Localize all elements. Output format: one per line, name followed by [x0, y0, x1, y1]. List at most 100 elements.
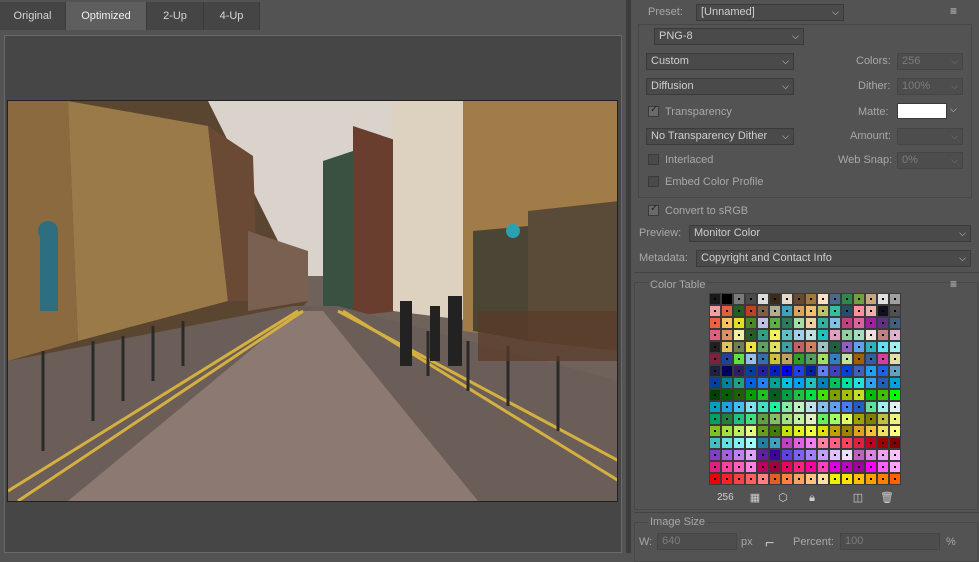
colors-select[interactable]: 256 ⌵	[897, 53, 963, 70]
color-swatch[interactable]	[817, 293, 829, 305]
color-swatch[interactable]	[745, 365, 757, 377]
color-swatch[interactable]	[709, 365, 721, 377]
color-swatch[interactable]	[757, 329, 769, 341]
color-swatch[interactable]	[841, 365, 853, 377]
dither-algorithm-select[interactable]: Diffusion ⌵	[646, 78, 794, 95]
color-swatch[interactable]	[757, 341, 769, 353]
color-swatch[interactable]	[781, 413, 793, 425]
color-swatch[interactable]	[721, 449, 733, 461]
color-swatch[interactable]	[745, 377, 757, 389]
color-swatch[interactable]	[889, 401, 901, 413]
color-swatch[interactable]	[745, 425, 757, 437]
color-swatch[interactable]	[829, 473, 841, 485]
color-swatch[interactable]	[757, 461, 769, 473]
color-swatch[interactable]	[865, 401, 877, 413]
color-swatch[interactable]	[721, 437, 733, 449]
color-swatch[interactable]	[793, 293, 805, 305]
color-swatch[interactable]	[769, 425, 781, 437]
color-swatch[interactable]	[865, 317, 877, 329]
color-swatch[interactable]	[877, 461, 889, 473]
lock-icon[interactable]: 🔒︎	[806, 492, 818, 504]
color-swatch[interactable]	[865, 461, 877, 473]
color-swatch[interactable]	[709, 293, 721, 305]
color-swatch[interactable]	[733, 329, 745, 341]
color-swatch[interactable]	[709, 449, 721, 461]
color-swatch[interactable]	[829, 305, 841, 317]
color-swatch[interactable]	[805, 353, 817, 365]
color-swatch[interactable]	[757, 377, 769, 389]
color-swatch[interactable]	[805, 389, 817, 401]
color-swatch[interactable]	[841, 473, 853, 485]
color-swatch[interactable]	[781, 341, 793, 353]
color-swatch[interactable]	[709, 317, 721, 329]
amount-select[interactable]: ⌵	[897, 128, 963, 145]
color-swatch[interactable]	[757, 401, 769, 413]
color-swatch[interactable]	[853, 413, 865, 425]
color-swatch[interactable]	[757, 473, 769, 485]
color-swatch[interactable]	[889, 461, 901, 473]
color-swatch[interactable]	[733, 341, 745, 353]
color-swatch[interactable]	[817, 413, 829, 425]
color-swatch[interactable]	[841, 413, 853, 425]
color-swatch[interactable]	[841, 377, 853, 389]
preset-select[interactable]: [Unnamed] ⌵	[696, 4, 844, 21]
color-swatch[interactable]	[733, 305, 745, 317]
color-swatch[interactable]	[877, 329, 889, 341]
color-swatch[interactable]	[769, 329, 781, 341]
color-swatch[interactable]	[853, 329, 865, 341]
color-swatch[interactable]	[757, 425, 769, 437]
color-swatch[interactable]	[889, 437, 901, 449]
color-swatch[interactable]	[805, 413, 817, 425]
color-swatch[interactable]	[769, 365, 781, 377]
color-swatch[interactable]	[769, 305, 781, 317]
color-swatch[interactable]	[829, 317, 841, 329]
color-swatch[interactable]	[745, 329, 757, 341]
color-swatch[interactable]	[769, 473, 781, 485]
color-swatch[interactable]	[793, 365, 805, 377]
color-swatch[interactable]	[805, 449, 817, 461]
color-swatch[interactable]	[769, 341, 781, 353]
color-swatch[interactable]	[805, 293, 817, 305]
trash-icon[interactable]: 🗑︎	[880, 492, 894, 504]
color-swatch[interactable]	[865, 425, 877, 437]
color-swatch[interactable]	[889, 365, 901, 377]
color-swatch[interactable]	[781, 329, 793, 341]
color-swatch[interactable]	[709, 305, 721, 317]
color-swatch[interactable]	[865, 353, 877, 365]
color-swatch[interactable]	[817, 377, 829, 389]
color-swatch[interactable]	[709, 425, 721, 437]
color-swatch[interactable]	[721, 365, 733, 377]
format-select[interactable]: PNG-8 ⌵	[654, 28, 804, 45]
color-swatch[interactable]	[757, 365, 769, 377]
color-swatch[interactable]	[889, 353, 901, 365]
color-swatch[interactable]	[781, 461, 793, 473]
color-swatch[interactable]	[889, 293, 901, 305]
color-swatch[interactable]	[757, 437, 769, 449]
color-swatch[interactable]	[709, 377, 721, 389]
color-swatch[interactable]	[745, 305, 757, 317]
color-swatch[interactable]	[817, 461, 829, 473]
color-swatch[interactable]	[733, 449, 745, 461]
color-swatch[interactable]	[829, 341, 841, 353]
color-swatch[interactable]	[877, 353, 889, 365]
color-swatch[interactable]	[709, 413, 721, 425]
tab-4-up[interactable]: 4-Up	[204, 2, 260, 30]
color-swatch[interactable]	[853, 341, 865, 353]
color-swatch[interactable]	[793, 329, 805, 341]
color-swatch[interactable]	[865, 305, 877, 317]
color-swatch[interactable]	[805, 461, 817, 473]
color-swatch[interactable]	[817, 401, 829, 413]
preview-select[interactable]: Monitor Color ⌵	[689, 225, 971, 242]
chevron-down-icon[interactable]: ⌵	[950, 104, 957, 115]
color-swatch[interactable]	[757, 389, 769, 401]
color-swatch[interactable]	[853, 293, 865, 305]
color-swatch[interactable]	[853, 437, 865, 449]
color-swatch[interactable]	[829, 389, 841, 401]
color-table-grid[interactable]	[709, 293, 901, 485]
color-swatch[interactable]	[781, 317, 793, 329]
color-swatch[interactable]	[721, 461, 733, 473]
color-swatch[interactable]	[853, 461, 865, 473]
color-swatch[interactable]	[817, 473, 829, 485]
color-swatch[interactable]	[865, 473, 877, 485]
color-swatch[interactable]	[829, 353, 841, 365]
